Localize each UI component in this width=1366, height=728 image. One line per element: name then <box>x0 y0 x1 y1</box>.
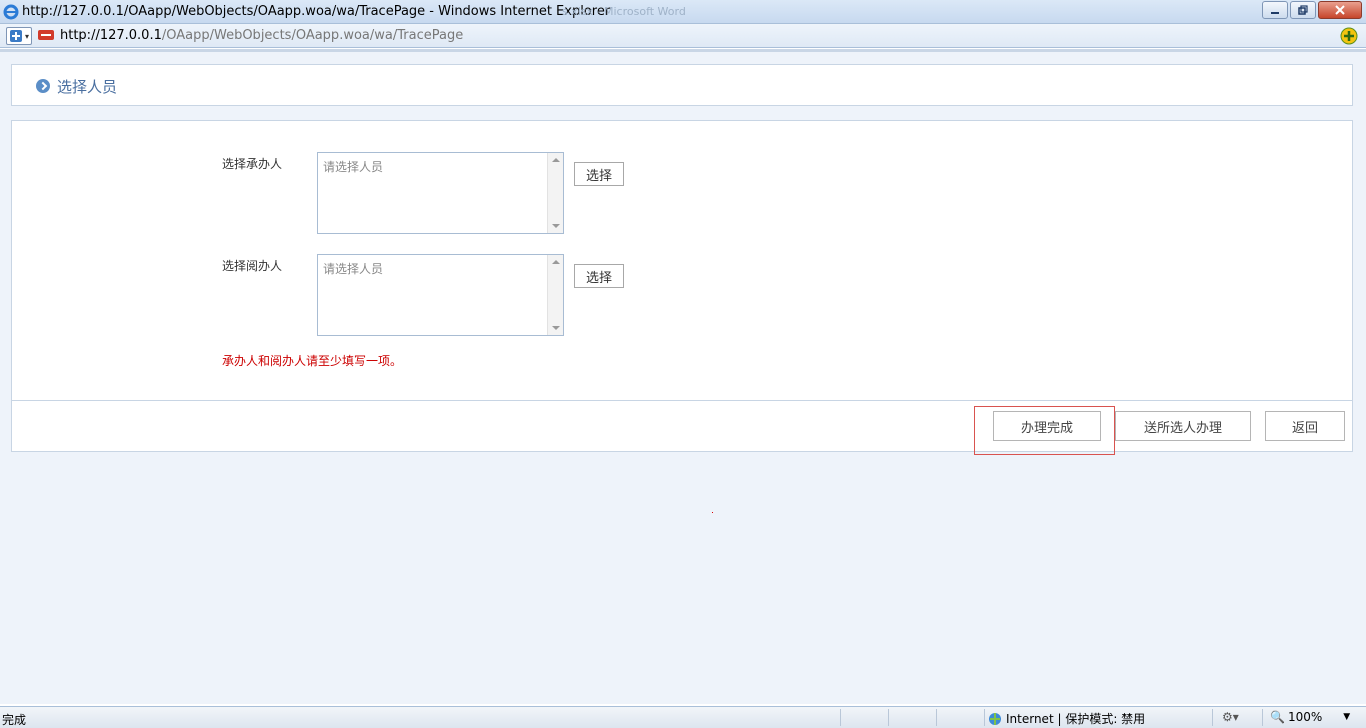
page-title: 选择人员 <box>57 78 118 96</box>
back-button[interactable]: 返回 <box>1265 411 1345 441</box>
reader-input-box <box>317 254 564 336</box>
chevron-down-icon: ▾ <box>25 31 30 41</box>
protected-mode-icon[interactable]: ⚙▾ <box>1222 710 1239 724</box>
status-divider <box>936 709 937 726</box>
ie-logo-icon <box>3 4 19 20</box>
address-bar: ▾ http://127.0.0.1/OAapp/WebObjects/OAap… <box>0 24 1366 48</box>
favorites-add-button[interactable]: ▾ <box>6 27 32 45</box>
background-window-title: s.xlsx - Microsoft Word <box>562 5 686 18</box>
zoom-icon: 🔍 <box>1270 710 1285 724</box>
page-header: 选择人员 <box>11 64 1353 106</box>
validation-warning: 承办人和阅办人请至少填写一项。 <box>222 354 403 368</box>
url-path: /OAapp/WebObjects/OAapp.woa/wa/TracePage <box>161 28 464 43</box>
scroll-down-icon <box>552 326 560 330</box>
status-divider <box>840 709 841 726</box>
scroll-up-icon <box>552 260 560 264</box>
status-divider <box>1262 709 1263 726</box>
zoom-level: 100% <box>1287 710 1323 724</box>
status-bar: 完成 Internet | 保护模式: 禁用 ⚙▾ 🔍 100% ▼ <box>0 706 1366 728</box>
refresh-go-icon[interactable] <box>1340 27 1358 49</box>
handler-label: 选择承办人 <box>222 157 283 171</box>
scroll-up-icon <box>552 158 560 162</box>
handler-input[interactable] <box>318 153 547 233</box>
globe-icon <box>989 712 1001 725</box>
handler-scrollbar[interactable] <box>547 153 563 233</box>
send-selected-button[interactable]: 送所选人办理 <box>1115 411 1251 441</box>
minimize-icon <box>1271 12 1279 14</box>
window-controls <box>1262 1 1362 19</box>
select-handler-button[interactable]: 选择 <box>574 162 624 186</box>
page-content: 选择人员 选择承办人 选择 选择阅办人 选择 承办人和阅办人请至少填写一项。 办… <box>0 49 1366 704</box>
reader-input[interactable] <box>318 255 547 335</box>
url-host: http://127.0.0.1 <box>60 28 162 43</box>
security-zone[interactable]: Internet | 保护模式: 禁用 <box>988 710 1145 727</box>
reader-scrollbar[interactable] <box>547 255 563 335</box>
chevron-down-icon: ▼ <box>1343 712 1351 722</box>
plus-shield-icon <box>10 30 22 42</box>
chevron-right-icon <box>36 79 50 93</box>
restore-icon <box>1298 5 1308 15</box>
scroll-down-icon <box>552 224 560 228</box>
security-zone-text: Internet | 保护模式: 禁用 <box>1006 712 1146 726</box>
close-button[interactable] <box>1318 1 1362 19</box>
select-reader-button[interactable]: 选择 <box>574 264 624 288</box>
url-field[interactable]: http://127.0.0.1/OAapp/WebObjects/OAapp.… <box>60 28 463 43</box>
status-divider <box>984 709 985 726</box>
window-title-bar: http://127.0.0.1/OAapp/WebObjects/OAapp.… <box>0 0 1366 24</box>
handler-input-box <box>317 152 564 234</box>
status-text: 完成 <box>2 713 27 727</box>
window-title: http://127.0.0.1/OAapp/WebObjects/OAapp.… <box>22 4 611 19</box>
minimize-button[interactable] <box>1262 1 1288 19</box>
status-divider <box>888 709 889 726</box>
stray-pixel <box>712 512 713 513</box>
restore-button[interactable] <box>1290 1 1316 19</box>
action-bar: 办理完成 送所选人办理 返回 <box>11 400 1353 455</box>
page-security-icon <box>38 29 54 45</box>
close-icon <box>1335 5 1345 15</box>
zoom-control[interactable]: 🔍 100% ▼ <box>1270 710 1350 724</box>
reader-label: 选择阅办人 <box>222 259 283 273</box>
status-divider <box>1212 709 1213 726</box>
finish-button[interactable]: 办理完成 <box>993 411 1101 441</box>
